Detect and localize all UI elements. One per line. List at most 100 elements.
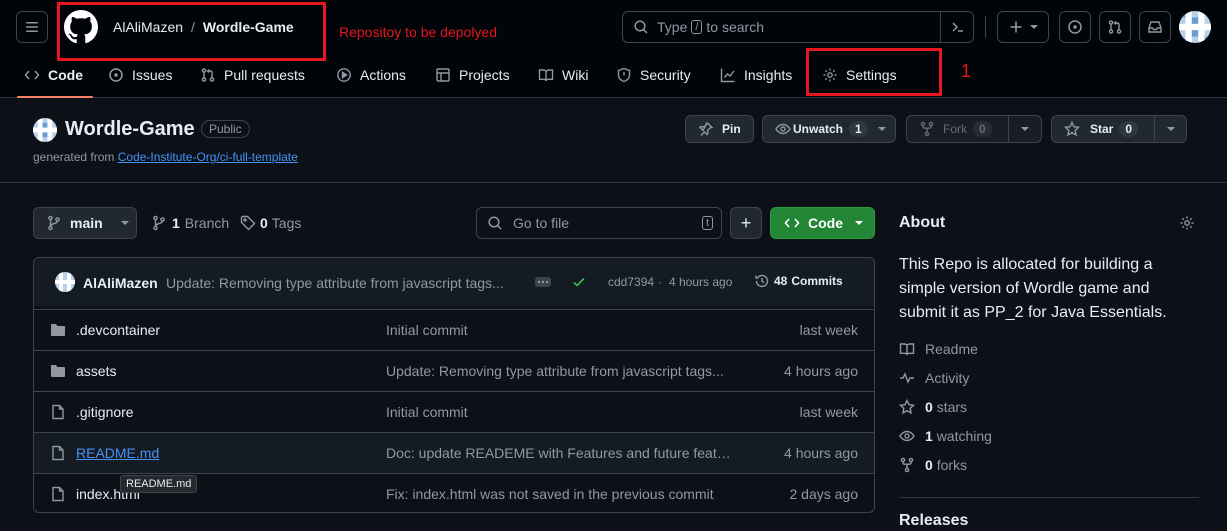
stars-link[interactable]: 0 stars [899,399,967,415]
pin-button[interactable]: Pin [685,115,754,143]
branch-name: main [70,215,103,231]
watching-link[interactable]: 1 watching [899,428,992,444]
branch-count: 1 [172,215,180,231]
menu-button[interactable] [16,11,48,43]
play-icon [337,68,351,82]
pulse-icon [900,372,914,384]
star-button[interactable]: Star 0 [1051,115,1155,143]
repo-avatar[interactable] [33,118,57,142]
file-name[interactable]: assets [76,363,116,379]
fork-button[interactable]: Fork 0 [906,115,1009,143]
book-icon [899,343,915,356]
star-label: Star [1090,122,1114,136]
releases-title[interactable]: Releases [899,512,968,530]
file-commit-message[interactable]: Initial commit [386,322,736,338]
fork-dropdown[interactable] [1008,115,1042,143]
eye-icon [775,123,791,135]
inbox-icon [1148,21,1162,33]
branch-select-button[interactable]: main [33,207,137,239]
file-commit-time: last week [799,404,858,420]
command-palette-button[interactable] [940,11,974,43]
commit-separator: · [658,275,662,289]
table-row[interactable]: .gitignore Initial commit last week [34,391,874,432]
latest-commit-bar: AlAliMazen Update: Removing type attribu… [34,258,874,306]
annotation-box-repo [57,2,326,61]
tooltip: README.md [120,475,198,493]
code-button[interactable]: Code [770,207,875,239]
unwatch-button[interactable]: Unwatch 1 [762,115,896,143]
pin-icon [699,122,714,136]
tab-code[interactable]: Code [24,62,83,88]
tags-link[interactable]: 0 Tags [240,215,301,231]
gear-icon[interactable] [1179,215,1195,231]
fork-label: Fork [943,122,967,136]
file-commit-message[interactable]: Fix: index.html was not saved in the pre… [386,486,736,502]
tab-wiki[interactable]: Wiki [538,62,588,88]
table-row[interactable]: assets Update: Removing type attribute f… [34,350,874,391]
add-file-button[interactable]: + [730,207,762,239]
commit-hash[interactable]: cdd7394 [608,275,654,289]
plus-icon: + [740,212,752,233]
tab-projects[interactable]: Projects [435,62,510,88]
avatar[interactable] [1179,11,1211,43]
search-shortcut-key: / [691,20,703,34]
repo-title[interactable]: Wordle-Game [65,118,195,141]
stars-label: stars [936,399,968,415]
about-description: This Repo is allocated for building a si… [899,256,1167,321]
create-new-button[interactable] [997,11,1049,43]
pull-requests-button[interactable] [1099,11,1131,43]
file-name[interactable]: .gitignore [76,404,134,420]
file-commit-message[interactable]: Doc: update READEME with Features and fu… [386,445,736,461]
issues-button[interactable] [1059,11,1091,43]
annotation-text-settings: 1 [961,61,972,81]
tab-label: Insights [744,67,793,83]
triangle-down-icon [120,221,129,225]
readme-link[interactable]: Readme [899,341,978,357]
file-commit-message[interactable]: Initial commit [386,404,736,420]
commits-history-link[interactable]: 48 Commits [754,273,843,289]
file-name[interactable]: README.md [76,445,159,461]
template-link[interactable]: Code-Institute-Org/ci-full-template [118,150,298,164]
tab-label: Projects [459,67,510,83]
commit-message[interactable]: Update: Removing type attribute from jav… [166,275,521,291]
tab-security[interactable]: Security [616,62,691,88]
hamburger-icon [26,22,38,32]
tab-insights[interactable]: Insights [720,62,792,88]
unwatch-label: Unwatch [793,122,844,136]
repo-header: Wordle-Game Public generated from Code-I… [0,99,1227,183]
stars-count: 0 [925,399,933,415]
triangle-down-icon [855,221,863,225]
inbox-button[interactable] [1139,11,1171,43]
commit-author-avatar[interactable] [55,272,75,292]
commits-label: Commits [791,274,843,288]
file-commit-message[interactable]: Update: Removing type attribute from jav… [386,363,736,379]
tab-pull-requests[interactable]: Pull requests [200,62,305,88]
activity-link[interactable]: Activity [899,370,969,386]
tab-actions[interactable]: Actions [336,62,406,88]
go-to-file-placeholder: Go to file [513,215,570,231]
code-icon [784,218,800,228]
file-name[interactable]: .devcontainer [76,322,160,338]
generated-from: generated from Code-Institute-Org/ci-ful… [33,150,298,164]
git-branch-icon [153,215,165,231]
star-icon [1064,121,1080,137]
file-commit-time: 4 hours ago [784,445,858,461]
commit-author[interactable]: AlAliMazen [83,275,158,291]
go-to-file-input[interactable]: Go to file t [476,207,722,239]
issue-opened-icon [109,68,123,82]
commit-expand-button[interactable] [535,277,551,287]
tag-count: 0 [260,215,268,231]
search-icon [488,216,502,230]
forks-link[interactable]: 0 forks [899,457,967,473]
search-placeholder-prefix: Type [657,19,688,35]
git-pull-request-icon [1108,20,1122,34]
table-row[interactable]: README.md Doc: update READEME with Featu… [34,432,874,473]
branches-link[interactable]: 1 Branch [151,215,229,231]
tab-issues[interactable]: Issues [108,62,172,88]
check-icon[interactable] [571,274,587,290]
star-dropdown[interactable] [1154,115,1187,143]
search-input[interactable]: Type / to search [622,11,974,43]
triangle-down-icon [877,127,886,131]
table-row[interactable]: .devcontainer Initial commit last week [34,309,874,350]
star-icon [899,399,915,415]
